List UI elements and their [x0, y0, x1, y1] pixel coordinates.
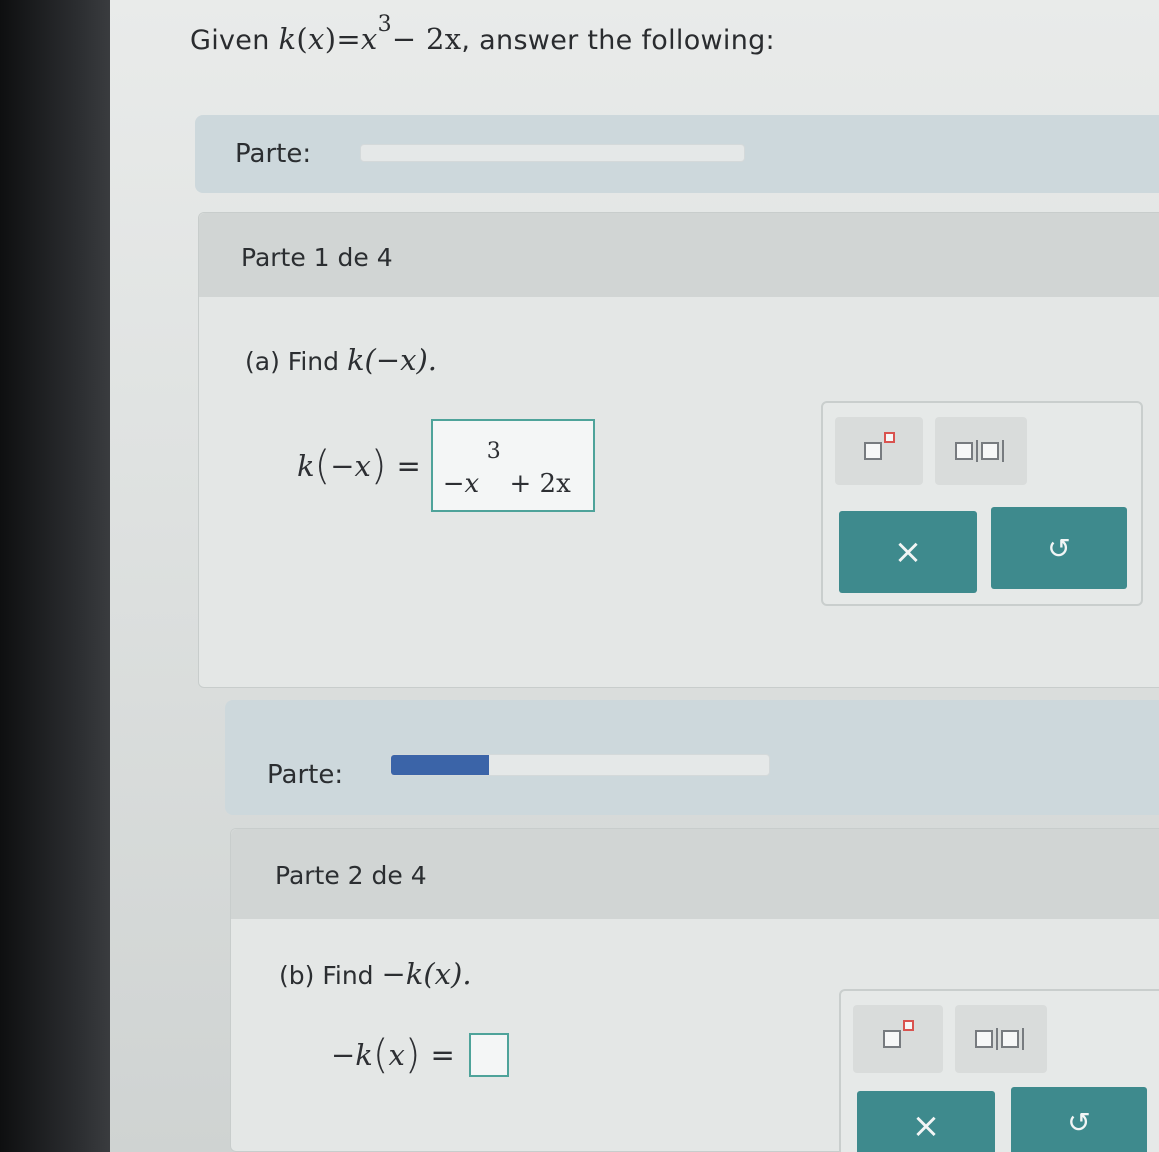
part-1-card: Parte 1 de 4 (a) Find k(−x). k ( −x ) = … — [198, 212, 1159, 688]
clear-button[interactable]: × — [839, 511, 977, 593]
square-icon — [981, 442, 999, 460]
eq-lhs-function: −k — [331, 1038, 373, 1072]
part-1-header: Parte 1 de 4 — [199, 213, 1159, 297]
part-2-header: Parte 2 de 4 — [231, 829, 1159, 919]
question-prefix: Given — [190, 25, 270, 56]
x-icon: × — [893, 532, 923, 572]
part-1-title: Parte 1 de 4 — [241, 243, 393, 272]
undo-button[interactable]: ↺ — [991, 507, 1127, 589]
eq-lhs-argument: x — [388, 1038, 405, 1072]
part-1-answer-input[interactable]: −x 3 + 2x — [430, 419, 595, 512]
eq-sign: = — [396, 448, 421, 483]
eq-lhs-function: k — [297, 448, 315, 483]
absolute-value-button[interactable] — [935, 417, 1027, 485]
parte-progress-bar: Parte: — [225, 700, 1159, 815]
eq-lhs-argument: −x — [330, 448, 371, 483]
part-2-answer-input[interactable] — [468, 1033, 509, 1077]
undo-icon: ↺ — [1047, 531, 1071, 565]
bar-icon — [1002, 440, 1004, 462]
base-square-icon — [863, 442, 882, 460]
question-function: k(x)=x3− 2x — [278, 12, 462, 56]
part-2-equation: −k ( x ) = — [331, 1025, 509, 1085]
progress-track — [360, 144, 745, 162]
undo-button[interactable]: ↺ — [1011, 1087, 1147, 1152]
parte-label: Parte: — [235, 139, 312, 169]
part-2-prompt: (b) Find −k(x). — [279, 957, 472, 991]
part-2-title: Parte 2 de 4 — [275, 861, 427, 890]
part-1-equation: k ( −x ) = −x 3 + 2x — [297, 418, 595, 513]
question-text: Given k(x)=x3− 2x, answer the following: — [190, 12, 775, 56]
bar-icon — [1022, 1028, 1024, 1050]
question-suffix: , answer the following: — [461, 25, 775, 56]
progress-fill — [391, 755, 490, 775]
part-1-answer-value: −x 3 + 2x — [442, 439, 571, 499]
exponent-button[interactable] — [853, 1005, 943, 1073]
parte-label: Parte: — [267, 760, 344, 790]
page: Given k(x)=x3− 2x, answer the following:… — [110, 0, 1159, 1152]
part-2-math-toolbox: × ↺ — [839, 989, 1159, 1152]
bar-icon — [976, 440, 978, 462]
part-1-prompt: (a) Find k(−x). — [245, 343, 438, 377]
absolute-value-button[interactable] — [955, 1005, 1047, 1073]
progress-track — [390, 754, 770, 776]
screen-bezel — [0, 0, 110, 1152]
undo-icon: ↺ — [1067, 1105, 1091, 1139]
parte-progress-bar: Parte: — [195, 115, 1159, 193]
exponent-square-icon — [902, 1019, 914, 1031]
exponent-button[interactable] — [835, 417, 923, 485]
x-icon: × — [911, 1106, 941, 1146]
bar-icon — [996, 1028, 998, 1050]
part-2-card: Parte 2 de 4 (b) Find −k(x). −k ( x ) = … — [230, 828, 1159, 1152]
part-1-math-toolbox: × ↺ — [821, 401, 1143, 606]
square-icon — [1001, 1030, 1019, 1048]
eq-sign: = — [430, 1038, 455, 1072]
square-icon — [955, 442, 973, 460]
square-icon — [975, 1030, 993, 1048]
clear-button[interactable]: × — [857, 1091, 995, 1152]
exponent-square-icon — [883, 431, 895, 443]
base-square-icon — [882, 1030, 901, 1048]
